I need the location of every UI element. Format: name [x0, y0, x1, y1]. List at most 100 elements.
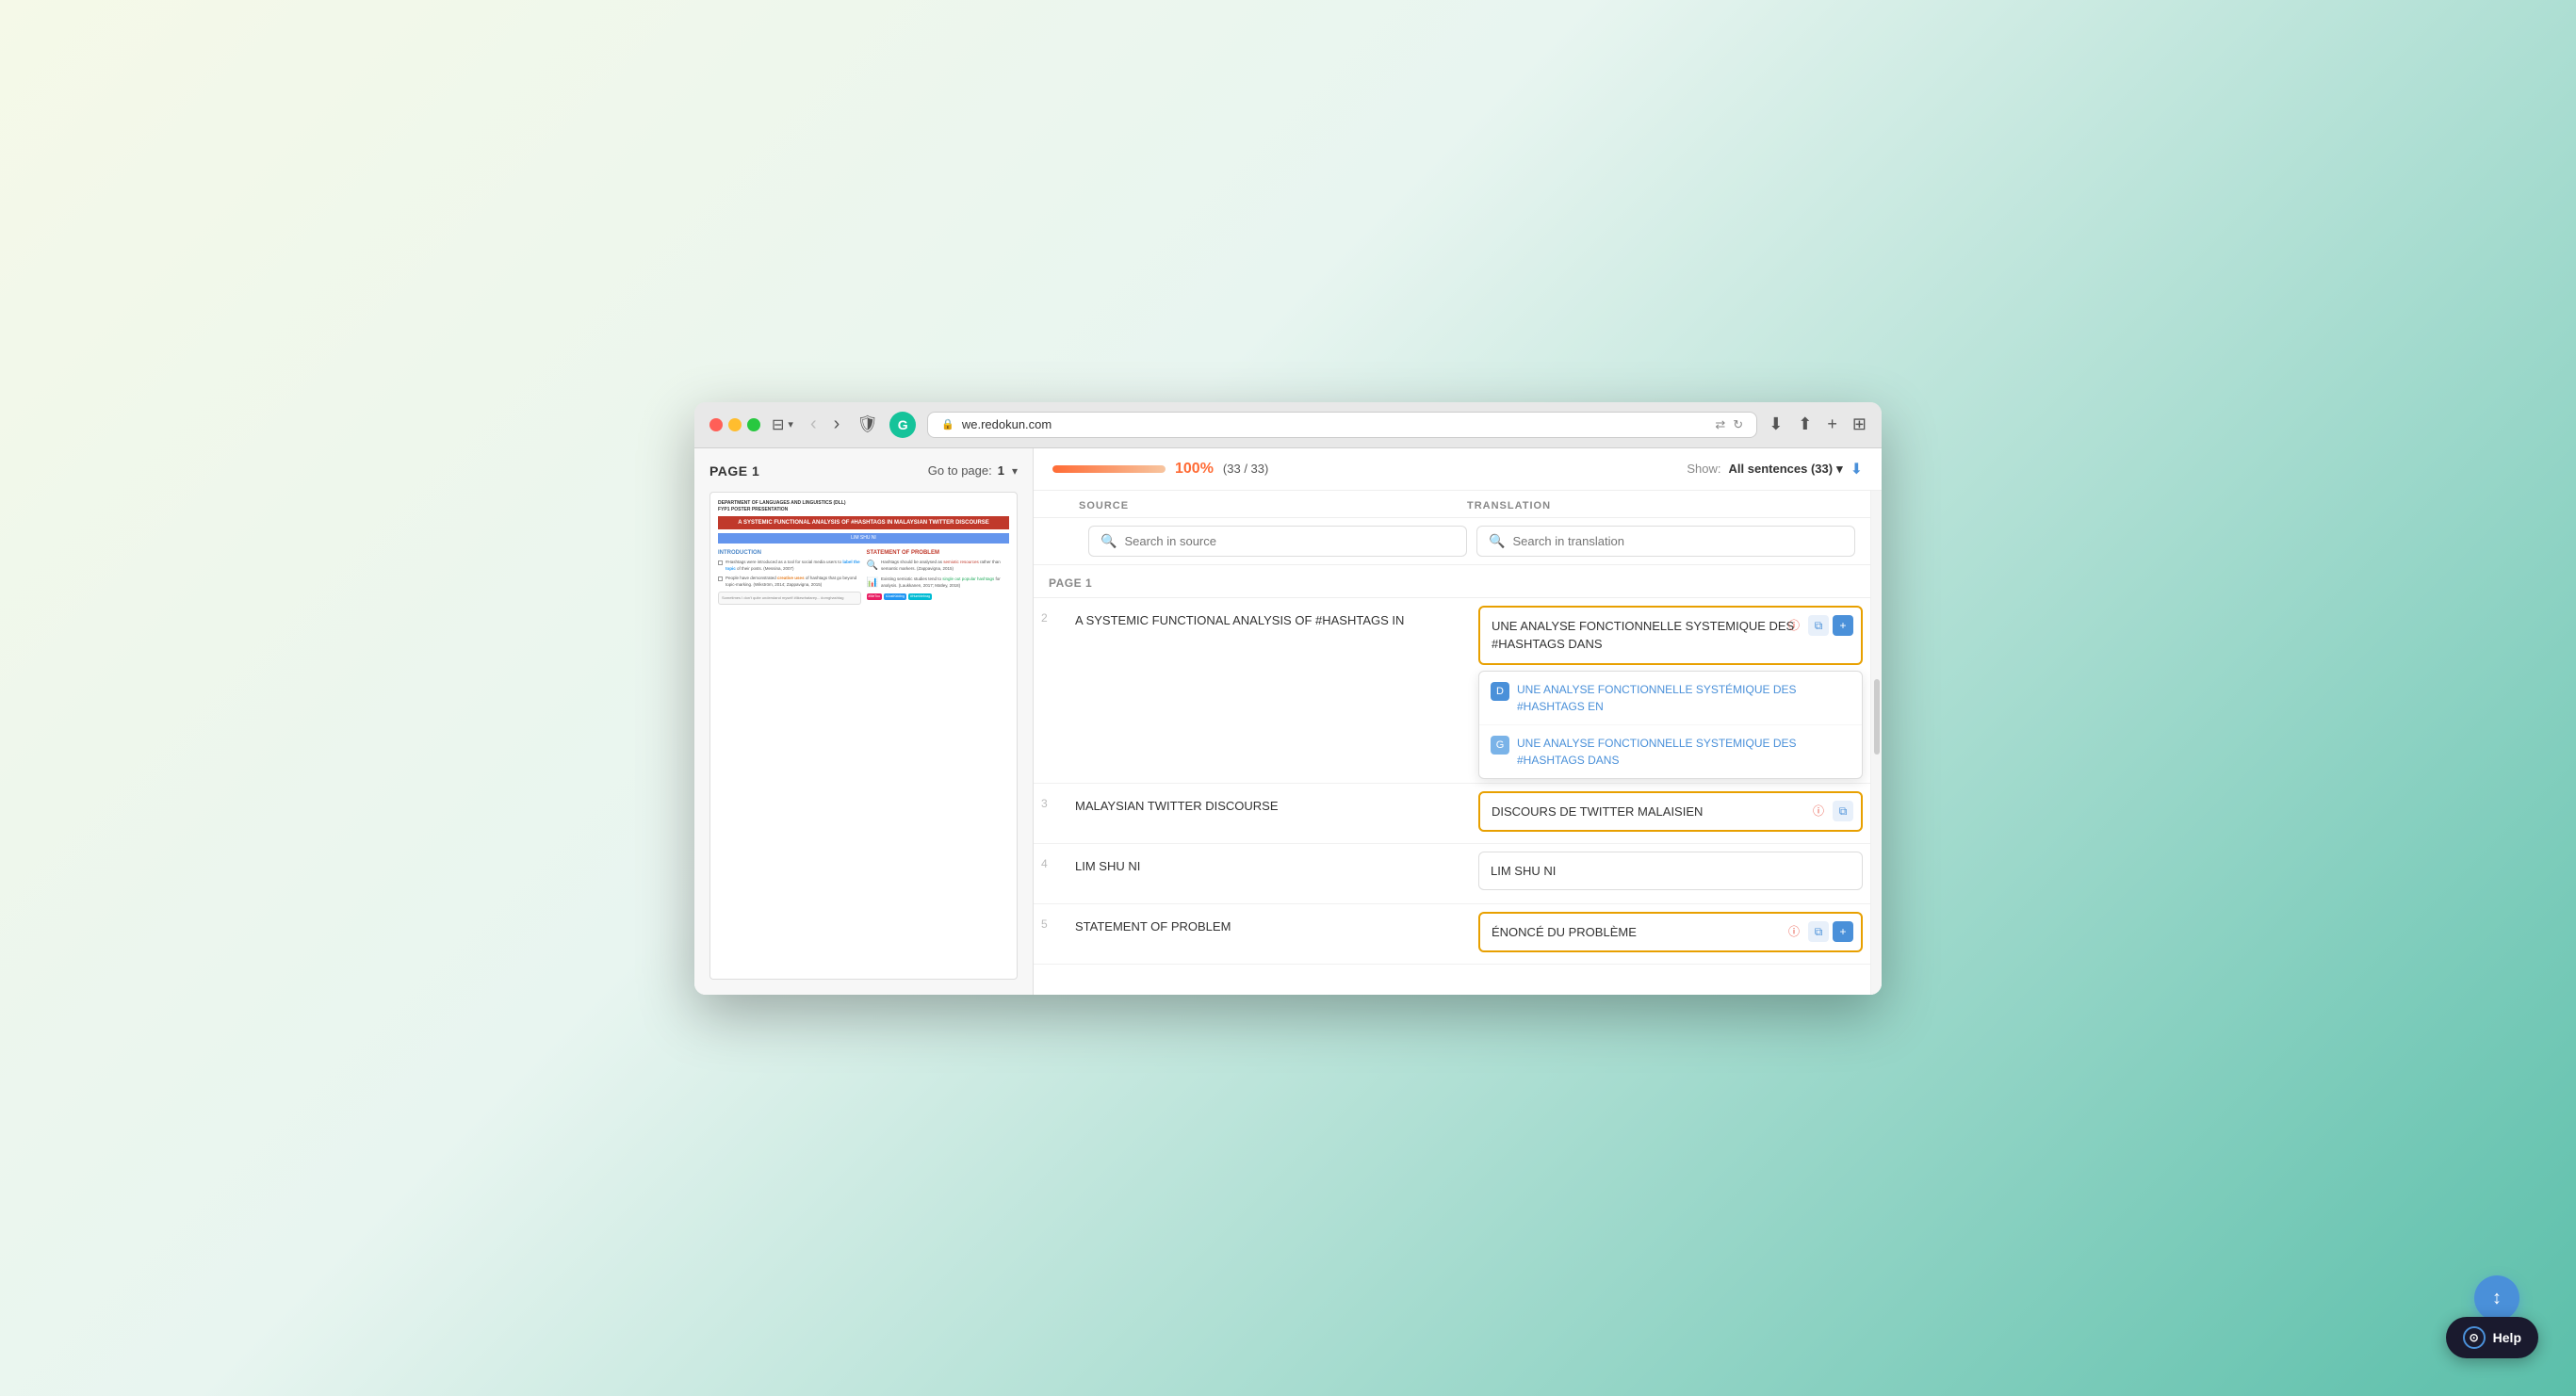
- row-5-num: 5: [1034, 904, 1064, 964]
- help-icon: ⊙: [2463, 1326, 2486, 1349]
- row-3-warning-icon[interactable]: ⓘ: [1808, 801, 1829, 821]
- row-2-add-icon[interactable]: +: [1833, 615, 1853, 636]
- hashtag-metoo: #MeToo: [867, 593, 882, 600]
- row-5-translation-input[interactable]: ÉNONCÉ DU PROBLÈME ⓘ ⧉ +: [1478, 912, 1863, 953]
- translation-search-field[interactable]: 🔍: [1476, 526, 1855, 557]
- document-preview[interactable]: DEPARTMENT OF LANGUAGES AND LINGUISTICS …: [709, 492, 1018, 980]
- scrollbar[interactable]: [1870, 491, 1882, 995]
- address-bar[interactable]: 🔒 we.redokun.com ⇄ ↻: [927, 412, 1757, 438]
- row-4-target[interactable]: LIM SHU NI: [1471, 844, 1870, 903]
- refresh-icon[interactable]: ↻: [1733, 417, 1743, 432]
- column-headers: SOURCE TRANSLATION: [1034, 491, 1870, 518]
- table-row: 5 STATEMENT OF PROBLEM ÉNONCÉ DU PROBLÈM…: [1034, 904, 1870, 965]
- row-5-icons: ⓘ ⧉ +: [1784, 921, 1853, 942]
- row-5-warning-icon[interactable]: ⓘ: [1784, 921, 1804, 942]
- arrow-icon: 📊: [867, 576, 878, 590]
- help-button[interactable]: ⊙ Help: [2446, 1317, 2538, 1358]
- translation-search-input[interactable]: [1512, 534, 1843, 548]
- search-row: 🔍 🔍: [1034, 518, 1870, 565]
- doc-problem-text1: Hashtags should be analysed as semiotic …: [881, 560, 1009, 573]
- sidebar-icon: ⊟: [772, 415, 784, 434]
- forward-button[interactable]: ›: [828, 412, 846, 437]
- progress-fraction: (33 / 33): [1223, 462, 1268, 476]
- doc-two-col: INTRODUCTION #Hashtags were introduced a…: [718, 549, 1009, 605]
- doc-problem-col: STATEMENT OF PROBLEM 🔍 Hashtags should b…: [867, 549, 1010, 605]
- row-5-source: STATEMENT OF PROBLEM: [1064, 904, 1471, 964]
- row-3-num: 3: [1034, 784, 1064, 843]
- editor-main: SOURCE TRANSLATION 🔍 🔍: [1034, 491, 1870, 995]
- doc-intro-title: INTRODUCTION: [718, 549, 861, 557]
- row-4-source: LIM SHU NI: [1064, 844, 1471, 903]
- translation-column-header: TRANSLATION: [1467, 500, 1855, 511]
- add-tab-icon[interactable]: +: [1827, 414, 1837, 434]
- url-text: we.redokun.com: [962, 417, 1052, 431]
- row-2-source: A SYSTEMIC FUNCTIONAL ANALYSIS OF #HASHT…: [1064, 598, 1471, 643]
- scrollbar-thumb[interactable]: [1874, 679, 1880, 755]
- nav-buttons: ‹ ›: [805, 412, 845, 437]
- editor-inner: SOURCE TRANSLATION 🔍 🔍: [1034, 491, 1882, 995]
- show-value-dropdown[interactable]: All sentences (33) ▾: [1729, 462, 1843, 477]
- source-search-input[interactable]: [1124, 534, 1455, 548]
- search-spacer: [1049, 526, 1079, 557]
- source-search-field[interactable]: 🔍: [1088, 526, 1467, 557]
- row-2-translation-input[interactable]: UNE ANALYSE FONCTIONNELLE SYSTEMIQUE DES…: [1478, 606, 1863, 665]
- show-label: Show:: [1687, 462, 1720, 476]
- progress-percent: 100%: [1175, 461, 1214, 478]
- row-3-copy-icon[interactable]: ⧉: [1833, 801, 1853, 821]
- progress-bar-container: [1052, 465, 1166, 473]
- doc-department: DEPARTMENT OF LANGUAGES AND LINGUISTICS …: [718, 500, 1009, 513]
- sidebar-toggle[interactable]: ⊟ ▾: [772, 415, 793, 434]
- translate-icon[interactable]: ⇄: [1715, 417, 1725, 432]
- source-search-icon: 🔍: [1101, 533, 1117, 549]
- doc-problem-text2: Existing semiotic studies tend to single…: [881, 576, 1009, 590]
- table-row: 3 MALAYSIAN TWITTER DISCOURSE DISCOURS D…: [1034, 784, 1870, 844]
- goto-page[interactable]: Go to page: 1 ▾: [928, 463, 1018, 478]
- suggestion-item-1[interactable]: D UNE ANALYSE FONCTIONNELLE SYSTÉMIQUE D…: [1479, 672, 1862, 725]
- row-5-target[interactable]: ÉNONCÉ DU PROBLÈME ⓘ ⧉ +: [1471, 904, 1870, 964]
- lock-icon: 🔒: [941, 418, 954, 430]
- progress-section: 100% (33 / 33): [1052, 461, 1268, 478]
- row-2-target[interactable]: UNE ANALYSE FONCTIONNELLE SYSTEMIQUE DES…: [1471, 598, 1870, 783]
- row-2-inner: 2 A SYSTEMIC FUNCTIONAL ANALYSIS OF #HAS…: [1034, 598, 1870, 783]
- grammarly-icon[interactable]: G: [889, 412, 916, 438]
- suggestion-item-2[interactable]: G UNE ANALYSE FONCTIONNELLE SYSTEMIQUE D…: [1479, 725, 1862, 778]
- traffic-lights: [709, 418, 760, 431]
- row-5-add-icon[interactable]: +: [1833, 921, 1853, 942]
- row-3-translation-input[interactable]: DISCOURS DE TWITTER MALAISIEN ⓘ ⧉: [1478, 791, 1863, 833]
- filter-download-icon[interactable]: ⬇: [1850, 460, 1863, 479]
- close-button[interactable]: [709, 418, 723, 431]
- chevron-down-icon: ▾: [788, 418, 793, 430]
- row-3-icons: ⓘ ⧉: [1808, 801, 1853, 821]
- page-select-chevron[interactable]: ▾: [1012, 464, 1018, 478]
- browser-window: ⊟ ▾ ‹ › 🛡 G 🔒 we.redokun.com ⇄ ↻ ⬇ ⬆ + ⊞: [694, 402, 1882, 995]
- back-button[interactable]: ‹: [805, 412, 823, 437]
- row-4-num: 4: [1034, 844, 1064, 903]
- source-column-header: SOURCE: [1079, 500, 1467, 511]
- floating-translate-button[interactable]: ↕: [2474, 1275, 2519, 1321]
- toolbar-actions: ⬇ ⬆ + ⊞: [1769, 414, 1867, 434]
- page-number: 1: [998, 463, 1004, 478]
- doc-intro-item2: People have demonstrated creative uses o…: [718, 576, 861, 589]
- minimize-button[interactable]: [728, 418, 742, 431]
- translation-rows: 2 A SYSTEMIC FUNCTIONAL ANALYSIS OF #HAS…: [1034, 598, 1870, 995]
- row-4-translation-input[interactable]: LIM SHU NI: [1478, 852, 1863, 891]
- doc-title: A SYSTEMIC FUNCTIONAL ANALYSIS OF #HASHT…: [718, 516, 1009, 529]
- row-5-copy-icon[interactable]: ⧉: [1808, 921, 1829, 942]
- progress-bar-fill: [1052, 465, 1166, 473]
- grid-icon[interactable]: ⊞: [1852, 414, 1867, 434]
- doc-problem-title: STATEMENT OF PROBLEM: [867, 549, 1010, 557]
- row-2-copy-icon[interactable]: ⧉: [1808, 615, 1829, 636]
- hashtag-humblebrag: #Humblebrag: [908, 593, 932, 600]
- doc-checkbox1: [718, 560, 723, 565]
- download-icon[interactable]: ⬇: [1769, 414, 1783, 434]
- suggestion-1-text: UNE ANALYSE FONCTIONNELLE SYSTÉMIQUE DES…: [1517, 681, 1850, 715]
- row-3-target[interactable]: DISCOURS DE TWITTER MALAISIEN ⓘ ⧉: [1471, 784, 1870, 843]
- doc-intro-text2: People have demonstrated creative uses o…: [726, 576, 861, 589]
- page-section-label: PAGE 1: [1049, 576, 1092, 590]
- row-3-source: MALAYSIAN TWITTER DISCOURSE: [1064, 784, 1471, 843]
- share-icon[interactable]: ⬆: [1798, 414, 1812, 434]
- doc-intro-text1: #Hashtags were introduced as a tool for …: [726, 560, 861, 573]
- fullscreen-button[interactable]: [747, 418, 760, 431]
- row-2-warning-icon[interactable]: ⓘ: [1784, 615, 1804, 636]
- doc-bubble: Sometimes I don't quite understand mysel…: [718, 592, 861, 605]
